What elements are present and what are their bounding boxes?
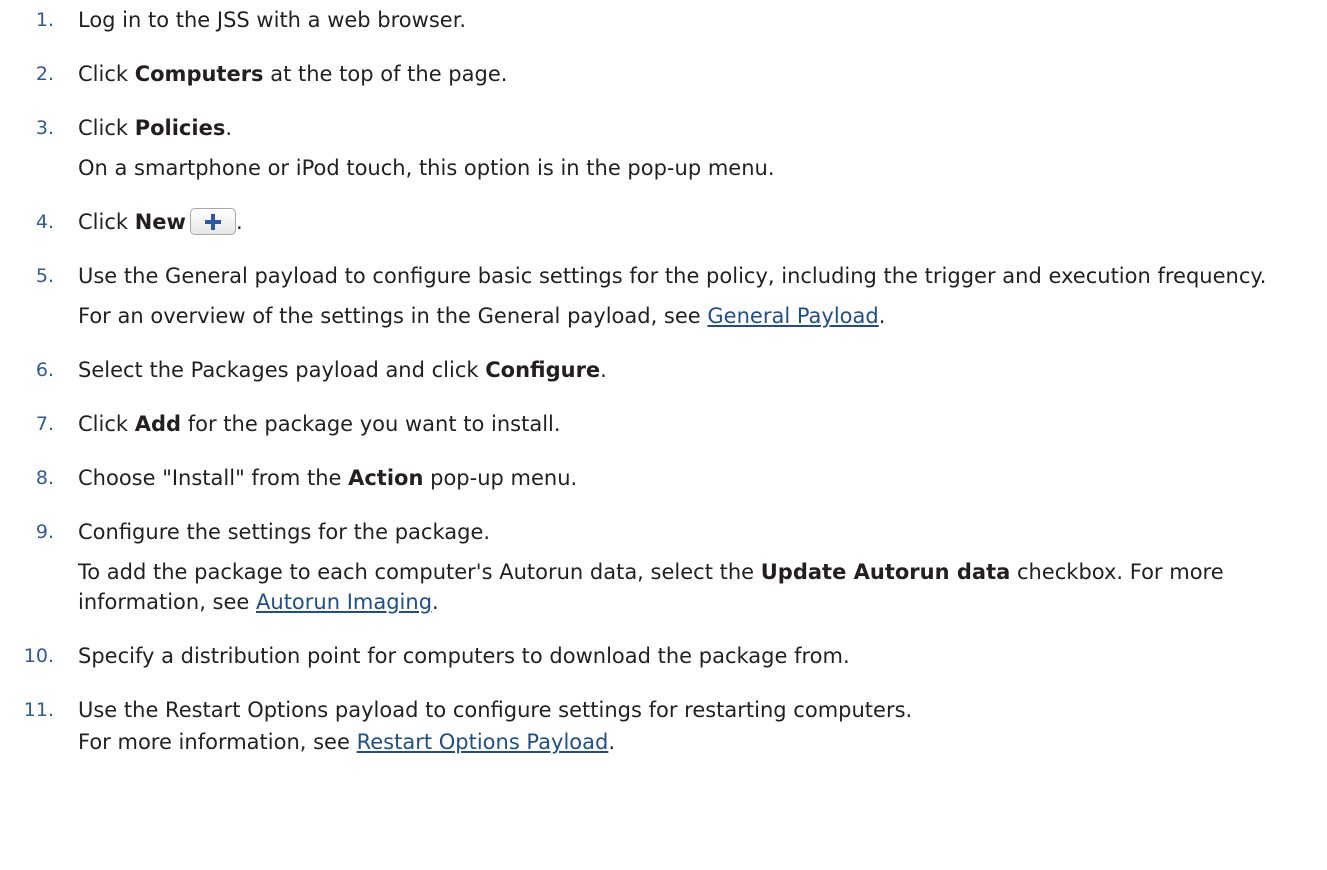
step-text: Choose "Install" from the Action pop-up …	[78, 463, 1307, 493]
step-number: 1.	[35, 9, 54, 31]
step-text-pre: Select the Packages payload and click	[78, 358, 486, 382]
step-text-post: pop-up menu.	[423, 466, 578, 490]
step-text: Configure the settings for the package.	[78, 520, 491, 544]
ui-label-configure: Configure	[485, 358, 601, 382]
step-note: On a smartphone or iPod touch, this opti…	[78, 156, 775, 180]
step-number: 10.	[23, 645, 54, 667]
step-11: 11. Use the Restart Options payload to c…	[0, 695, 1327, 757]
procedure-steps: 1. Log in to the JSS with a web browser.…	[0, 0, 1327, 757]
step-text: Click Add for the package you want to in…	[78, 409, 1307, 439]
step-10: 10. Specify a distribution point for com…	[0, 641, 1327, 671]
step-4: 4. Click New.	[0, 207, 1327, 237]
step-5: 5. Use the General payload to configure …	[0, 261, 1327, 331]
ui-label-action: Action	[348, 466, 424, 490]
ui-label-add: Add	[134, 412, 182, 436]
general-payload-link[interactable]: General Payload	[707, 304, 878, 328]
step-number: 2.	[35, 63, 54, 85]
step-number: 4.	[35, 211, 54, 233]
step-text: Select the Packages payload and click Co…	[78, 355, 1307, 385]
step-text: Specify a distribution point for compute…	[78, 644, 850, 668]
step-3: 3. Click Policies. On a smartphone or iP…	[0, 113, 1327, 183]
step-text-pre: Click	[78, 62, 135, 86]
restart-options-payload-link[interactable]: Restart Options Payload	[357, 730, 609, 754]
step-text-post: .	[600, 358, 607, 382]
step-text-post: at the top of the page.	[263, 62, 508, 86]
autorun-imaging-link[interactable]: Autorun Imaging	[256, 590, 432, 614]
step-text-pre: Click	[78, 210, 135, 234]
ui-label-update-autorun-data: Update Autorun data	[760, 560, 1011, 584]
step-number: 6.	[35, 359, 54, 381]
step-text: Log in to the JSS with a web browser.	[78, 8, 467, 32]
ui-label-computers: Computers	[134, 62, 264, 86]
step-text-post: .	[235, 210, 243, 234]
step-text: Click Policies.	[78, 113, 1307, 143]
step-number: 7.	[35, 413, 54, 435]
step-1: 1. Log in to the JSS with a web browser.	[0, 5, 1327, 35]
step-number: 5.	[35, 265, 54, 287]
note-text-post: .	[608, 730, 616, 754]
step-text: Click New.	[78, 207, 1307, 237]
step-number: 3.	[35, 117, 54, 139]
step-text-post: .	[225, 116, 233, 140]
note-text-post: .	[878, 304, 886, 328]
step-8: 8. Choose "Install" from the Action pop-…	[0, 463, 1327, 493]
step-6: 6. Select the Packages payload and click…	[0, 355, 1327, 385]
step-7: 7. Click Add for the package you want to…	[0, 409, 1327, 439]
note-text-post: .	[432, 590, 439, 614]
ui-label-new: New	[134, 210, 186, 234]
step-text-pre: Choose "Install" from the	[78, 466, 349, 490]
step-text: Use the General payload to configure bas…	[78, 264, 1267, 288]
step-text: Use the Restart Options payload to confi…	[78, 698, 913, 722]
new-button-image	[189, 208, 236, 235]
step-9: 9. Configure the settings for the packag…	[0, 517, 1327, 617]
step-text: Click Computers at the top of the page.	[78, 59, 1307, 89]
step-note: To add the package to each computer's Au…	[78, 557, 1307, 617]
step-text-pre: Click	[78, 116, 135, 140]
step-number: 11.	[23, 699, 54, 721]
step-note: For more information, see Restart Option…	[78, 727, 1307, 757]
step-note: For an overview of the settings in the G…	[78, 301, 1307, 331]
step-number: 9.	[35, 521, 54, 543]
step-number: 8.	[35, 467, 54, 489]
step-2: 2. Click Computers at the top of the pag…	[0, 59, 1327, 89]
ui-label-policies: Policies	[134, 116, 226, 140]
step-text-post: for the package you want to install.	[181, 412, 561, 436]
plus-icon	[204, 214, 221, 230]
note-text-pre: For an overview of the settings in the G…	[78, 304, 708, 328]
step-text-pre: Click	[78, 412, 135, 436]
note-text-pre: To add the package to each computer's Au…	[78, 560, 761, 584]
note-text-pre: For more information, see	[78, 730, 357, 754]
